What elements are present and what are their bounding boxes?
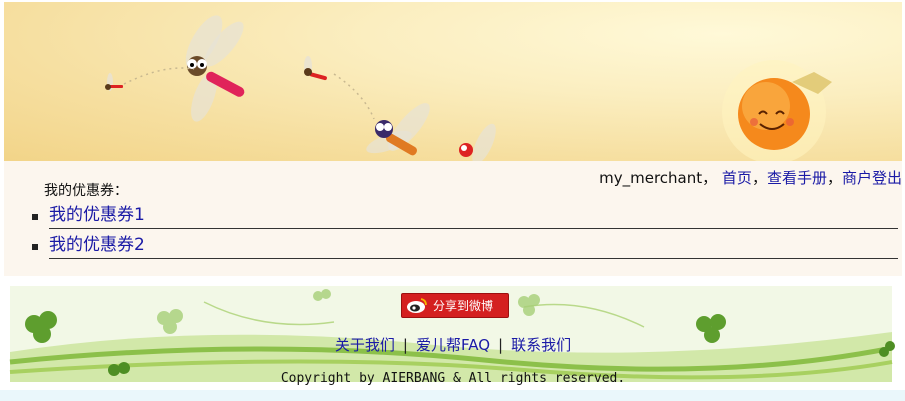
manual-link[interactable]: 查看手册 (767, 169, 827, 187)
coupon-link-1[interactable]: 我的优惠券1 (49, 203, 145, 227)
coupon-item: 我的优惠券2 (32, 233, 898, 263)
logout-link[interactable]: 商户登出 (842, 169, 902, 187)
coupon-item: 我的优惠券1 (32, 203, 898, 233)
contact-us-link[interactable]: 联系我们 (511, 336, 571, 354)
weibo-icon (407, 298, 427, 313)
main-content: my_merchant， 首页，查看手册，商户登出 我的优惠券： 我的优惠券1 … (4, 161, 902, 276)
share-button-label: 分享到微博 (433, 299, 494, 313)
coupon-divider (49, 228, 898, 229)
share-to-weibo-button[interactable]: 分享到微博 (401, 293, 509, 318)
coupon-divider (49, 258, 898, 259)
list-bullet (32, 244, 38, 250)
faq-link[interactable]: 爱儿帮FAQ (416, 336, 490, 354)
username: my_merchant (599, 169, 703, 187)
user-nav: my_merchant， 首页，查看手册，商户登出 (599, 167, 902, 188)
footer: 分享到微博 关于我们 | 爱儿帮FAQ | 联系我们 Copyright by AIER… (4, 282, 902, 390)
nav-comma-2: ， (826, 169, 842, 187)
username-separator: ， (702, 169, 718, 187)
about-us-link[interactable]: 关于我们 (335, 336, 395, 354)
link-separator: | (498, 336, 504, 354)
link-separator: | (402, 336, 408, 354)
coupons-section-label: 我的优惠券： (44, 183, 128, 199)
coupon-list: 我的优惠券1 我的优惠券2 (32, 203, 898, 263)
dragonfly-large (185, 15, 245, 122)
bottom-bar (0, 390, 905, 401)
dragonflies-sun-illustration (105, 15, 832, 162)
copyright-text: Copyright by AIERBANG & All rights reser… (280, 371, 626, 386)
nav-comma-1: ， (751, 169, 767, 187)
coupon-link-2[interactable]: 我的优惠券2 (49, 233, 145, 257)
footer-links: 关于我们 | 爱儿帮FAQ | 联系我们 (4, 334, 902, 355)
list-bullet (32, 214, 38, 220)
home-link[interactable]: 首页 (722, 169, 752, 187)
header-banner (4, 2, 902, 162)
